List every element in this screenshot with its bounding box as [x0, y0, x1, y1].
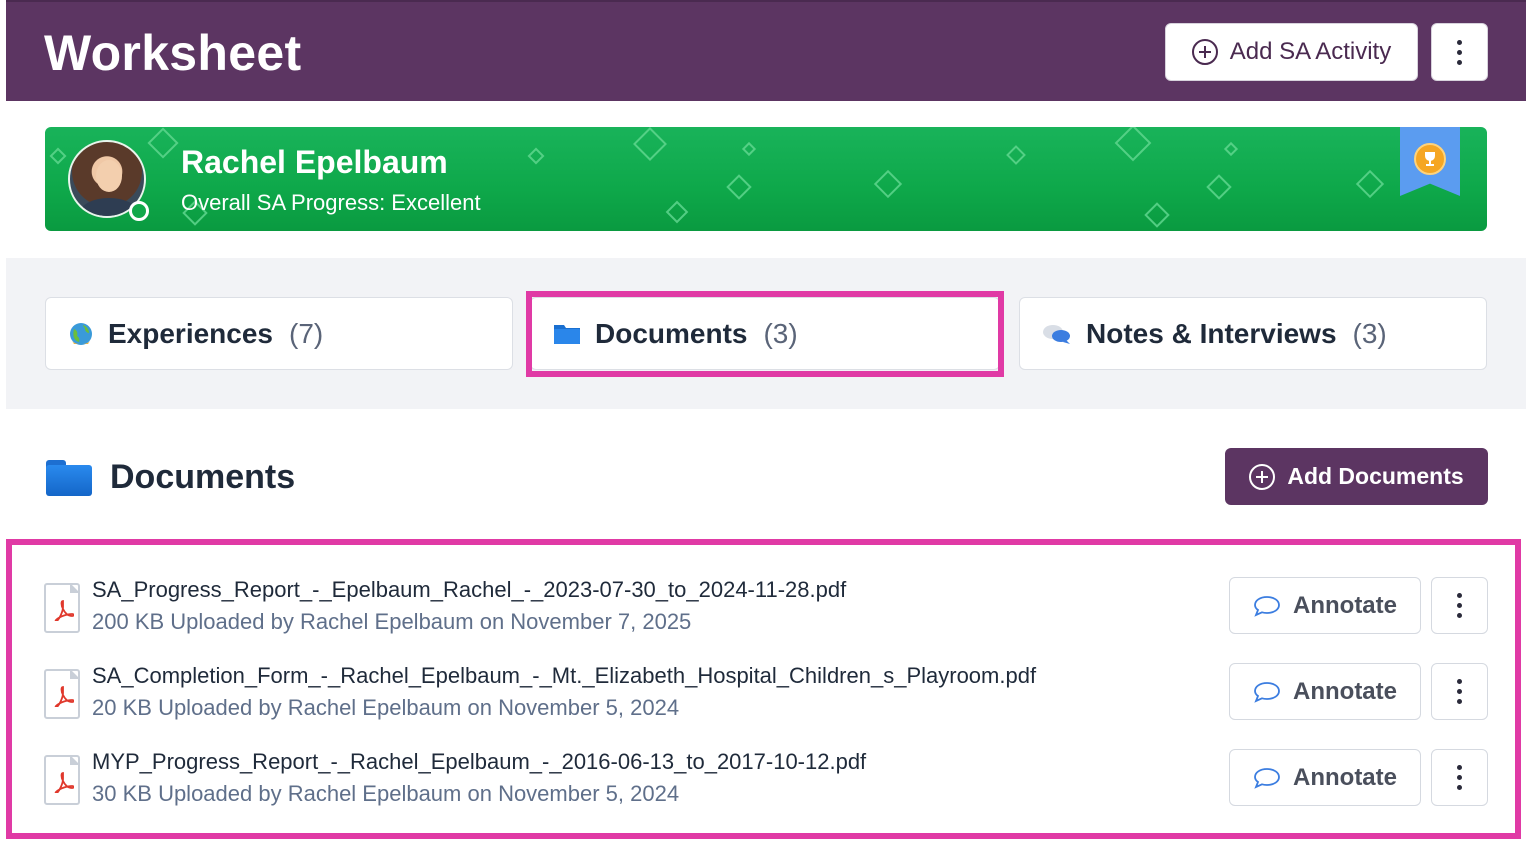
documents-title: Documents	[110, 458, 296, 496]
add-sa-activity-label: Add SA Activity	[1229, 38, 1392, 65]
speech-bubbles-icon	[1043, 324, 1070, 344]
document-uploaded: Uploaded by Rachel Epelbaum on November …	[170, 609, 692, 634]
add-documents-label: Add Documents	[1287, 463, 1464, 489]
document-name[interactable]: SA_Progress_Report_-_Epelbaum_Rachel_-_2…	[92, 577, 846, 603]
page-title: Worksheet	[44, 25, 302, 81]
document-name[interactable]: MYP_Progress_Report_-_Rachel_Epelbaum_-_…	[92, 749, 866, 775]
annotate-button[interactable]: Annotate	[1229, 663, 1421, 720]
tab-experiences-count: (7)	[289, 317, 324, 349]
document-meta: 20 KB Uploaded by Rachel Epelbaum on Nov…	[92, 695, 679, 721]
add-documents-button[interactable]: Add Documents	[1225, 448, 1488, 505]
documents-tab-highlight	[526, 291, 1004, 377]
document-name[interactable]: SA_Completion_Form_-_Rachel_Epelbaum_-_M…	[92, 663, 1036, 689]
document-uploaded: Uploaded by Rachel Epelbaum on November …	[158, 781, 680, 806]
kebab-icon	[1457, 39, 1462, 65]
pdf-file-icon[interactable]	[44, 669, 80, 719]
annotate-button[interactable]: Annotate	[1229, 577, 1421, 634]
document-size: 20 KB	[92, 695, 152, 720]
document-meta: 30 KB Uploaded by Rachel Epelbaum on Nov…	[92, 781, 679, 807]
document-meta: 200 KB Uploaded by Rachel Epelbaum on No…	[92, 609, 691, 635]
header-more-button[interactable]	[1431, 23, 1488, 81]
annotate-button[interactable]: Annotate	[1229, 749, 1421, 806]
kebab-icon	[1457, 765, 1462, 790]
documents-heading: Documents	[46, 458, 295, 497]
student-banner: Rachel Epelbaum Overall SA Progress: Exc…	[45, 127, 1487, 231]
annotate-label: Annotate	[1293, 677, 1397, 705]
comment-icon	[1254, 767, 1280, 789]
document-more-button[interactable]	[1431, 663, 1488, 720]
student-name: Rachel Epelbaum	[181, 144, 448, 180]
trophy-icon	[1414, 143, 1446, 175]
document-uploaded: Uploaded by Rachel Epelbaum on November …	[158, 695, 680, 720]
list-item: SA_Completion_Form_-_Rachel_Epelbaum_-_M…	[44, 663, 1488, 737]
annotate-label: Annotate	[1293, 591, 1397, 619]
tab-notes-label: Notes & Interviews	[1086, 317, 1337, 349]
document-more-button[interactable]	[1431, 577, 1488, 634]
folder-icon	[46, 459, 92, 496]
kebab-icon	[1457, 593, 1462, 618]
comment-icon	[1254, 595, 1280, 617]
list-item: SA_Progress_Report_-_Epelbaum_Rachel_-_2…	[44, 577, 1488, 651]
pdf-file-icon[interactable]	[44, 755, 80, 805]
annotate-label: Annotate	[1293, 763, 1397, 791]
kebab-icon	[1457, 679, 1462, 704]
pdf-file-icon[interactable]	[44, 583, 80, 633]
plus-circle-icon	[1191, 39, 1218, 65]
list-item: MYP_Progress_Report_-_Rachel_Epelbaum_-_…	[44, 749, 1488, 823]
comment-icon	[1254, 681, 1280, 703]
document-size: 30 KB	[92, 781, 152, 806]
online-status-indicator	[129, 201, 149, 221]
tab-notes-count: (3)	[1352, 317, 1387, 349]
plus-circle-icon	[1249, 463, 1276, 490]
student-progress: Overall SA Progress: Excellent	[181, 190, 481, 215]
tab-experiences[interactable]: Experiences (7)	[45, 297, 513, 370]
add-sa-activity-button[interactable]: Add SA Activity	[1165, 23, 1418, 81]
tab-notes-interviews[interactable]: Notes & Interviews (3)	[1019, 297, 1487, 370]
document-more-button[interactable]	[1431, 749, 1488, 806]
globe-icon	[70, 322, 92, 345]
tab-experiences-label: Experiences	[108, 317, 273, 349]
worksheet-header: Worksheet Add SA Activity	[6, 0, 1526, 101]
document-size: 200 KB	[92, 609, 165, 634]
